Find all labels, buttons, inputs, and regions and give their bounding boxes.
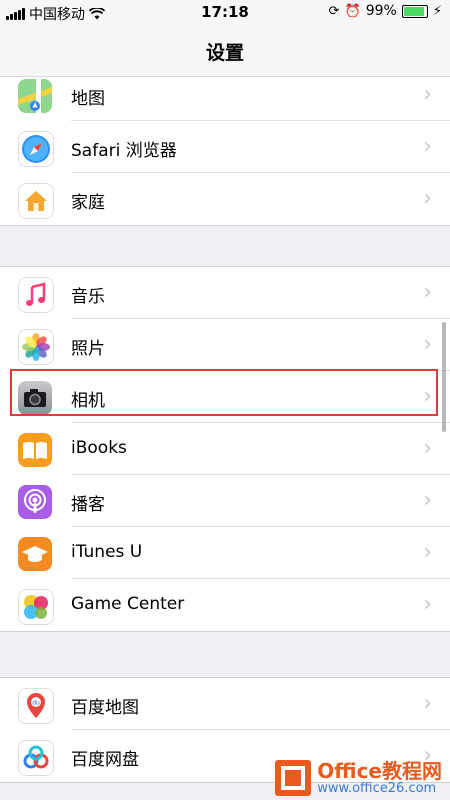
settings-item-music[interactable]: 音乐 › <box>0 267 450 319</box>
page-title: 设置 <box>205 42 244 64</box>
music-icon <box>18 277 54 313</box>
safari-icon <box>18 131 54 167</box>
chevron-right-icon: › <box>423 82 432 107</box>
podcasts-icon <box>18 485 52 519</box>
settings-item-itunes-u[interactable]: iTunes U › <box>0 527 450 579</box>
settings-item-game-center[interactable]: Game Center › <box>0 579 450 631</box>
scrollbar[interactable] <box>442 322 446 432</box>
settings-item-safari[interactable]: Safari 浏览器 › <box>0 121 450 173</box>
home-icon <box>18 183 54 219</box>
maps-icon <box>18 79 52 113</box>
baidu-maps-icon: du <box>18 688 54 724</box>
chevron-right-icon: › <box>423 280 432 305</box>
settings-group-2: 音乐 › 照片 › 相机 › iBooks › 播客 › iTunes U › … <box>0 266 450 632</box>
settings-item-label: 音乐 <box>71 287 105 307</box>
settings-item-label: 百度网盘 <box>71 750 139 770</box>
settings-item-label: Game Center <box>71 594 185 614</box>
settings-group-1: 地图 › Safari 浏览器 › 家庭 › <box>0 77 450 226</box>
rotation-lock-icon: ⟳ <box>328 3 340 19</box>
chevron-right-icon: › <box>423 691 432 716</box>
svg-text:du: du <box>32 700 40 707</box>
settings-item-label: Safari 浏览器 <box>71 141 177 161</box>
settings-list[interactable]: 地图 › Safari 浏览器 › 家庭 › 音乐 › 照片 › 相机 › iB… <box>0 77 450 800</box>
settings-item-label: 照片 <box>71 339 105 359</box>
chevron-right-icon: › <box>423 332 432 357</box>
chevron-right-icon: › <box>423 540 432 565</box>
watermark-url: www.office26.com <box>317 781 437 796</box>
watermark: Office教程网 www.office26.com <box>275 760 442 796</box>
chevron-right-icon: › <box>423 436 432 461</box>
settings-item-label: iBooks <box>71 438 127 458</box>
settings-item-label: 家庭 <box>71 193 105 213</box>
chevron-right-icon: › <box>423 134 432 159</box>
settings-item-baidu-maps[interactable]: du 百度地图 › <box>0 678 450 730</box>
settings-item-label: 地图 <box>71 89 105 109</box>
camera-highlight-box <box>10 369 438 416</box>
settings-item-ibooks[interactable]: iBooks › <box>0 423 450 475</box>
baidu-netdisk-icon <box>18 740 54 776</box>
settings-item-label: iTunes U <box>71 542 143 562</box>
ibooks-icon <box>18 433 52 467</box>
status-bar: 中国移动 17:18 ⟳ ⏰ 99% ⚡ <box>0 0 450 26</box>
navigation-bar: 设置 <box>0 26 450 77</box>
watermark-title: Office教程网 <box>317 759 442 783</box>
battery-icon <box>401 4 428 18</box>
game-center-icon <box>18 589 54 625</box>
settings-item-podcasts[interactable]: 播客 › <box>0 475 450 527</box>
settings-item-label: 百度地图 <box>71 698 139 718</box>
settings-item-label: 播客 <box>71 495 105 515</box>
charging-icon: ⚡ <box>432 3 442 19</box>
battery-percent: 99% <box>365 3 397 19</box>
alarm-icon: ⏰ <box>344 3 361 19</box>
chevron-right-icon: › <box>423 186 432 211</box>
settings-item-home[interactable]: 家庭 › <box>0 173 450 225</box>
office-logo-icon <box>275 760 312 796</box>
settings-item-maps[interactable]: 地图 › <box>0 77 450 121</box>
photos-icon <box>18 329 54 365</box>
itunes-u-icon <box>18 537 52 571</box>
chevron-right-icon: › <box>423 488 432 513</box>
chevron-right-icon: › <box>423 592 432 617</box>
settings-item-photos[interactable]: 照片 › <box>0 319 450 371</box>
